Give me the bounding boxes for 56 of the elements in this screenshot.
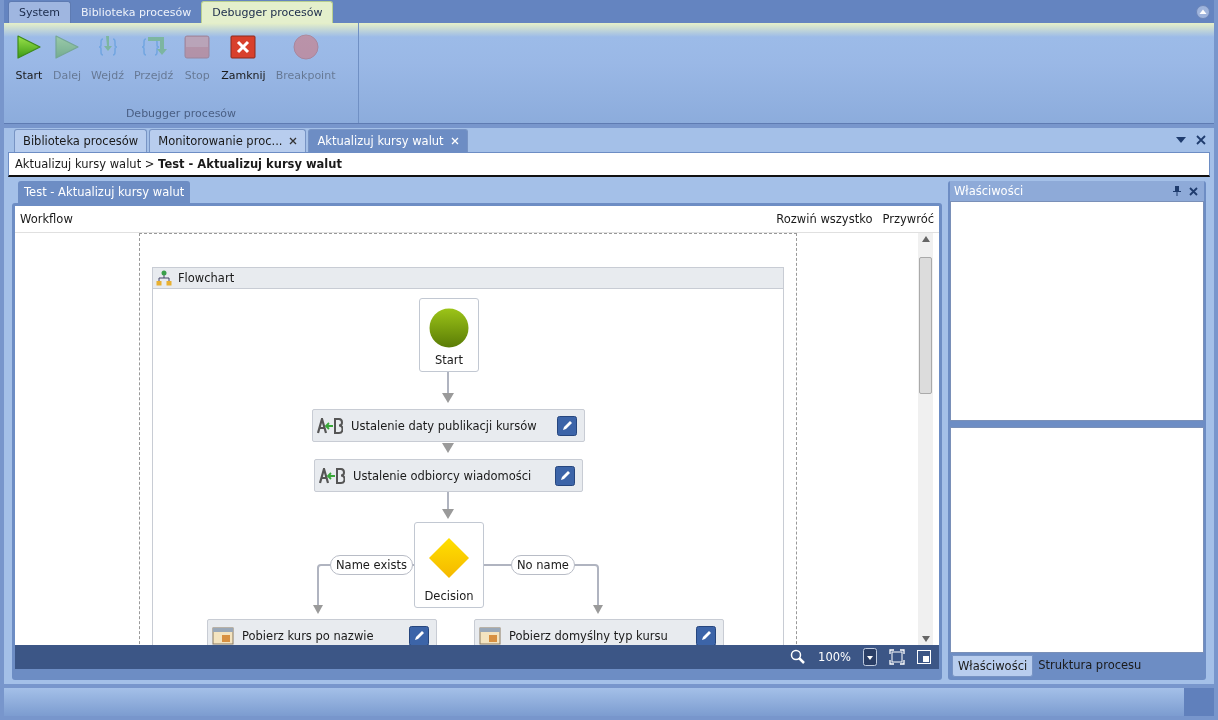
close-icon[interactable] xyxy=(1189,186,1198,196)
dropdown-icon[interactable] xyxy=(863,648,877,666)
overview-icon[interactable] xyxy=(917,650,931,664)
designer-link[interactable]: Przywróć xyxy=(882,212,934,226)
scroll-down-icon[interactable] xyxy=(921,636,930,642)
start-icon xyxy=(429,308,469,348)
activity-node[interactable]: Ustalenie odbiorcy wiadomości xyxy=(314,459,583,492)
activity-node[interactable]: Pobierz domyślny typ kursu xyxy=(474,619,724,645)
fit-screen-icon[interactable] xyxy=(889,649,905,665)
document-tab[interactable]: Monitorowanie proc... xyxy=(149,129,307,152)
close-icon[interactable] xyxy=(289,137,298,145)
resize-grip[interactable] xyxy=(1184,688,1214,716)
dropdown-icon[interactable] xyxy=(1176,137,1186,143)
assign-icon xyxy=(319,467,345,484)
ribbon-button[interactable]: Zamknij xyxy=(216,31,271,107)
activity-node[interactable]: Ustalenie daty publikacji kursów xyxy=(312,409,585,442)
designer-link[interactable]: Rozwiń wszystko xyxy=(776,212,873,226)
start-node[interactable]: Start xyxy=(419,298,479,372)
scrollbar[interactable] xyxy=(918,233,933,645)
edit-icon[interactable] xyxy=(409,625,429,645)
close-icon[interactable] xyxy=(1196,135,1206,145)
ribbon-button[interactable]: Start xyxy=(10,31,48,107)
connector-arrow xyxy=(442,371,454,403)
ribbon-tab[interactable]: Debugger procesów xyxy=(201,1,334,23)
edit-icon[interactable] xyxy=(696,625,716,645)
breakpoint-icon xyxy=(291,33,320,61)
breadcrumb: Aktualizuj kursy walut > Test - Aktualizuj kursy walut xyxy=(8,152,1210,177)
branch-label: Name exists xyxy=(330,555,413,575)
document-tab[interactable]: Biblioteka procesów xyxy=(14,129,148,152)
window-icon xyxy=(212,626,234,645)
zoom-icon[interactable] xyxy=(790,649,807,665)
panel-tab[interactable]: Struktura procesu xyxy=(1033,655,1147,677)
assign-icon xyxy=(317,417,343,434)
diamond-icon xyxy=(428,537,470,579)
pin-icon[interactable] xyxy=(1173,186,1181,196)
ribbon-group-label: Debugger procesów xyxy=(124,107,238,122)
panel-tab[interactable]: Właściwości xyxy=(952,655,1034,677)
play-icon xyxy=(15,33,43,61)
activity-node[interactable]: Pobierz kurs po nazwie xyxy=(207,619,437,645)
scroll-up-icon[interactable] xyxy=(921,236,930,242)
branch-label: No name xyxy=(511,555,575,575)
zoom-level: 100% xyxy=(818,650,851,664)
panel-title: Właściwości xyxy=(954,184,1024,198)
ribbon-tab[interactable]: System xyxy=(8,1,72,23)
decision-node[interactable]: Decision xyxy=(414,522,484,608)
flowchart-icon xyxy=(156,270,172,286)
edit-icon[interactable] xyxy=(557,415,577,436)
collapse-icon[interactable] xyxy=(1196,4,1210,19)
connector-arrow xyxy=(442,491,454,519)
edit-icon[interactable] xyxy=(555,465,575,486)
close-icon xyxy=(229,33,258,61)
window-icon xyxy=(479,626,501,645)
stop-icon xyxy=(183,33,212,61)
flowchart-title: Flowchart xyxy=(178,271,235,285)
connector-arrow xyxy=(442,443,454,453)
designer-title: Workflow xyxy=(20,212,73,226)
